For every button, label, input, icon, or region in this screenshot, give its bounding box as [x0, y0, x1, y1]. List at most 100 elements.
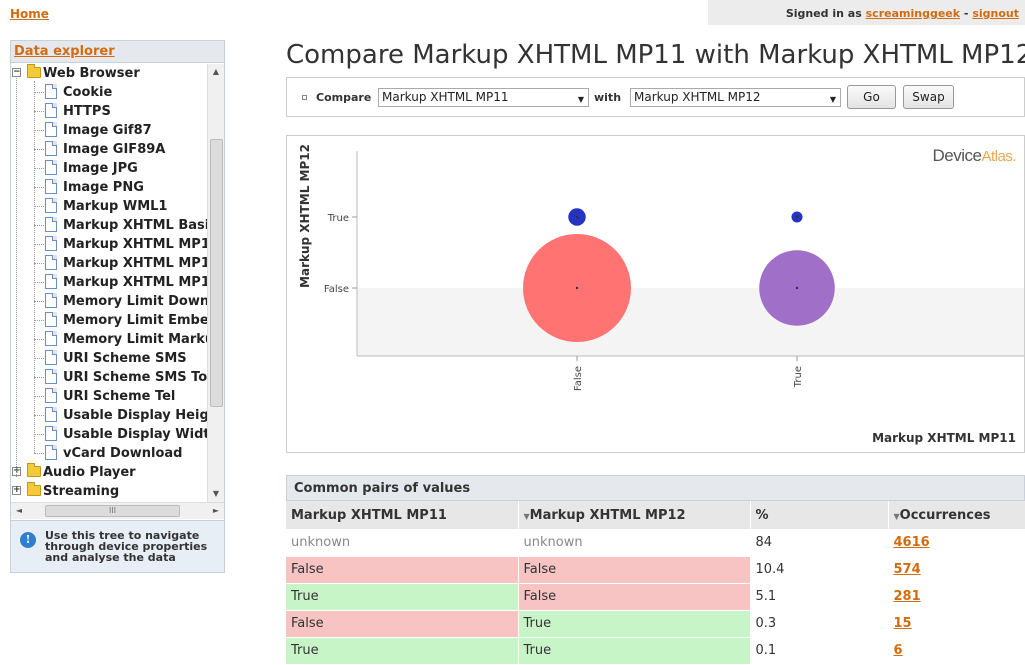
tree-item-image-png[interactable]: Image PNG: [11, 178, 144, 197]
occurrences-link[interactable]: 4616: [894, 535, 930, 550]
swap-button[interactable]: Swap: [903, 85, 954, 109]
tree-horizontal-scrollbar[interactable]: ◄ III ►: [11, 502, 224, 519]
scroll-left-icon[interactable]: ◄: [11, 503, 27, 519]
x-tick-label: True: [793, 366, 804, 388]
tree-item-label: URI Scheme Tel: [63, 389, 176, 404]
cell-mp11: True: [286, 637, 519, 665]
tree-item-markup-xhtml-mp12[interactable]: Markup XHTML MP12: [11, 273, 219, 292]
compare-label: Compare: [316, 91, 372, 104]
tree-item-image-gif87[interactable]: Image Gif87: [11, 121, 152, 140]
folder-icon: [27, 64, 41, 78]
tree-vertical-scrollbar[interactable]: ▲ ▼: [207, 64, 224, 502]
occurrences-link[interactable]: 15: [894, 616, 912, 631]
go-button[interactable]: Go: [847, 85, 896, 109]
table-row: True True 0.1 6: [286, 637, 1025, 665]
column-header-mp12[interactable]: ▼Markup XHTML MP12: [518, 501, 751, 529]
tree-item-label: HTTPS: [63, 104, 111, 119]
tree-item-usable-display-width[interactable]: Usable Display Width: [11, 425, 219, 444]
expand-icon[interactable]: +: [12, 486, 21, 495]
tree-item-label: Image PNG: [63, 180, 144, 195]
scroll-thumb[interactable]: [210, 139, 223, 407]
property-tree: − Web Browser Cookie HTTPS Image Gif87 Image …: [11, 64, 224, 502]
tree-folder-audio-player[interactable]: + Audio Player: [11, 463, 136, 482]
cell-mp12: False: [518, 556, 751, 584]
column-header-percent[interactable]: %: [750, 501, 889, 529]
tree-folder-label: Streaming: [43, 484, 120, 499]
y-axis-title: Markup XHTML MP12: [298, 144, 312, 288]
scroll-down-icon[interactable]: ▼: [208, 486, 224, 502]
tree-item-label: vCard Download: [63, 446, 183, 461]
tree-item-memory-limit-markup[interactable]: Memory Limit Markup: [11, 330, 223, 349]
table-row: False True 0.3 15: [286, 610, 1025, 638]
document-icon: [45, 122, 57, 137]
tree-item-usable-display-height[interactable]: Usable Display Height: [11, 406, 224, 425]
with-label: with: [594, 91, 622, 104]
tree-item-label: Markup XHTML Basic: [63, 218, 217, 233]
document-icon: [45, 141, 57, 156]
signin-bar: Signed in as screaminggeek - signout: [708, 0, 1025, 25]
tree-folder-label: Audio Player: [43, 465, 136, 480]
scroll-right-icon[interactable]: ►: [208, 503, 224, 519]
scroll-thumb-horizontal[interactable]: III: [45, 505, 180, 517]
data-explorer-link[interactable]: Data explorer: [14, 44, 115, 59]
cell-mp11: False: [286, 556, 519, 584]
plot-band: [357, 288, 1024, 356]
tree-item-image-jpg[interactable]: Image JPG: [11, 159, 138, 178]
occurrences-link[interactable]: 6: [894, 643, 903, 658]
document-icon: [45, 426, 57, 441]
cell-mp12: unknown: [518, 529, 751, 557]
scroll-up-icon[interactable]: ▲: [208, 64, 224, 80]
y-tick-label: False: [324, 284, 349, 295]
compare-first-select[interactable]: Markup XHTML MP11 ▼: [378, 88, 589, 107]
bubble-chart: False True False True Markup XHTML MP12 Marku…: [298, 144, 1024, 445]
home-link[interactable]: Home: [10, 7, 49, 21]
tree-item-https[interactable]: HTTPS: [11, 102, 111, 121]
tree-item-label: URI Scheme SMS To: [63, 370, 208, 385]
tree-help-box: ! Use this tree to navigate through devi…: [11, 520, 224, 572]
bubble-chart-panel: False True False True Markup XHTML MP12 Marku…: [286, 135, 1025, 453]
cell-occurrences: 4616: [888, 529, 1025, 557]
tree-item-markup-xhtml-mp11[interactable]: Markup XHTML MP11: [11, 254, 219, 273]
document-icon: [45, 179, 57, 194]
document-icon: [45, 388, 57, 403]
cell-mp11: unknown: [286, 529, 519, 557]
document-icon: [45, 369, 57, 384]
cell-occurrences: 281: [888, 583, 1025, 611]
tree-item-label: Markup WML1: [63, 199, 168, 214]
cell-percent: 84: [750, 529, 889, 557]
document-icon: [45, 445, 57, 460]
bubble-center-dot: [575, 215, 579, 219]
cell-occurrences: 6: [888, 637, 1025, 665]
tree-item-label: Usable Display Height: [63, 408, 224, 423]
compare-second-select[interactable]: Markup XHTML MP12 ▼: [630, 88, 841, 107]
occurrences-link[interactable]: 281: [894, 589, 921, 604]
username-link[interactable]: screaminggeek: [866, 7, 960, 20]
document-icon: [45, 217, 57, 232]
tree-item-uri-scheme-tel[interactable]: URI Scheme Tel: [11, 387, 175, 406]
tree-item-uri-scheme-sms-to[interactable]: URI Scheme SMS To: [11, 368, 207, 387]
tree-item-cookie[interactable]: Cookie: [11, 83, 112, 102]
document-icon: [45, 350, 57, 365]
occurrences-link[interactable]: 574: [894, 562, 921, 577]
signout-link[interactable]: signout: [972, 7, 1019, 20]
tree-folder-streaming[interactable]: + Streaming: [11, 482, 119, 501]
tree-item-label: Image JPG: [63, 161, 138, 176]
tree-item-memory-limit-embedded[interactable]: Memory Limit Embedded: [11, 311, 224, 330]
tree-item-memory-limit-download[interactable]: Memory Limit Download: [11, 292, 224, 311]
tree-item-markup-xhtml-mp10[interactable]: Markup XHTML MP10: [11, 235, 219, 254]
tree-item-markup-xhtml-basic[interactable]: Markup XHTML Basic: [11, 216, 217, 235]
folder-icon: [27, 463, 41, 477]
column-header-occurrences[interactable]: ▼Occurrences: [888, 501, 1025, 529]
data-explorer-panel: Data explorer − Web Browser Cookie HTTPS Ima…: [10, 40, 225, 573]
tree-item-label: Markup XHTML MP11: [63, 256, 219, 271]
signin-separator: -: [963, 7, 969, 20]
tree-item-label: Image Gif87: [63, 123, 152, 138]
column-header-mp11[interactable]: Markup XHTML MP11: [286, 501, 519, 529]
tree-item-label: Memory Limit Embedded: [63, 313, 224, 328]
tree-item-uri-scheme-sms[interactable]: URI Scheme SMS: [11, 349, 187, 368]
tree-item-vcard-download[interactable]: vCard Download: [11, 444, 182, 463]
tree-folder-web-browser[interactable]: − Web Browser: [11, 64, 140, 83]
pairs-table: Markup XHTML MP11 ▼Markup XHTML MP12 % ▼…: [286, 501, 1025, 665]
cell-occurrences: 574: [888, 556, 1025, 584]
collapse-icon[interactable]: −: [12, 68, 21, 77]
